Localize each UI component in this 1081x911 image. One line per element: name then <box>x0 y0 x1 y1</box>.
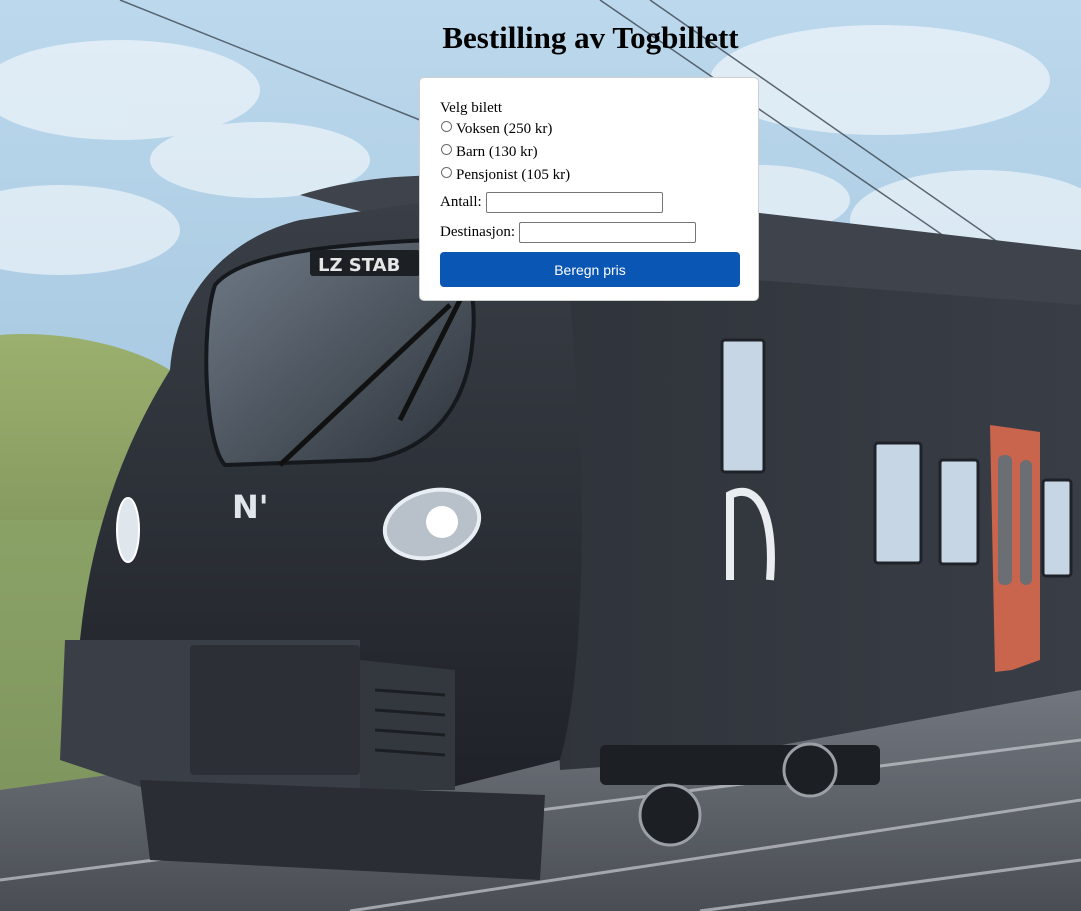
destination-row: Destinasjon: <box>440 219 738 246</box>
radio-barn[interactable] <box>441 144 452 155</box>
destination-sign-text: LZ STAB <box>318 255 400 276</box>
radio-pensjonist[interactable] <box>441 167 452 178</box>
destination-label: Destinasjon: <box>440 224 515 240</box>
quantity-input[interactable] <box>485 192 663 213</box>
front-logo: N' <box>232 488 269 526</box>
radio-option-voksen[interactable]: Voksen (250 kr) <box>440 117 738 140</box>
radio-voksen[interactable] <box>441 121 452 132</box>
calculate-price-button[interactable]: Beregn pris <box>440 252 740 287</box>
page-title: Bestilling av Togbillett <box>442 20 739 55</box>
radio-option-pensjonist[interactable]: Pensjonist (105 kr) <box>440 163 738 186</box>
quantity-row: Antall: <box>440 189 738 216</box>
quantity-label: Antall: <box>440 194 482 210</box>
radio-label-barn[interactable]: Barn (130 kr) <box>456 143 538 161</box>
ticket-order-form: Velg bilett Voksen (250 kr) Barn (130 kr… <box>419 77 759 301</box>
radio-label-pensjonist[interactable]: Pensjonist (105 kr) <box>456 166 570 184</box>
destination-input[interactable] <box>519 222 696 243</box>
radio-option-barn[interactable]: Barn (130 kr) <box>440 140 738 163</box>
radio-label-voksen[interactable]: Voksen (250 kr) <box>456 120 552 138</box>
ticket-type-label: Velg bilett <box>440 100 503 116</box>
